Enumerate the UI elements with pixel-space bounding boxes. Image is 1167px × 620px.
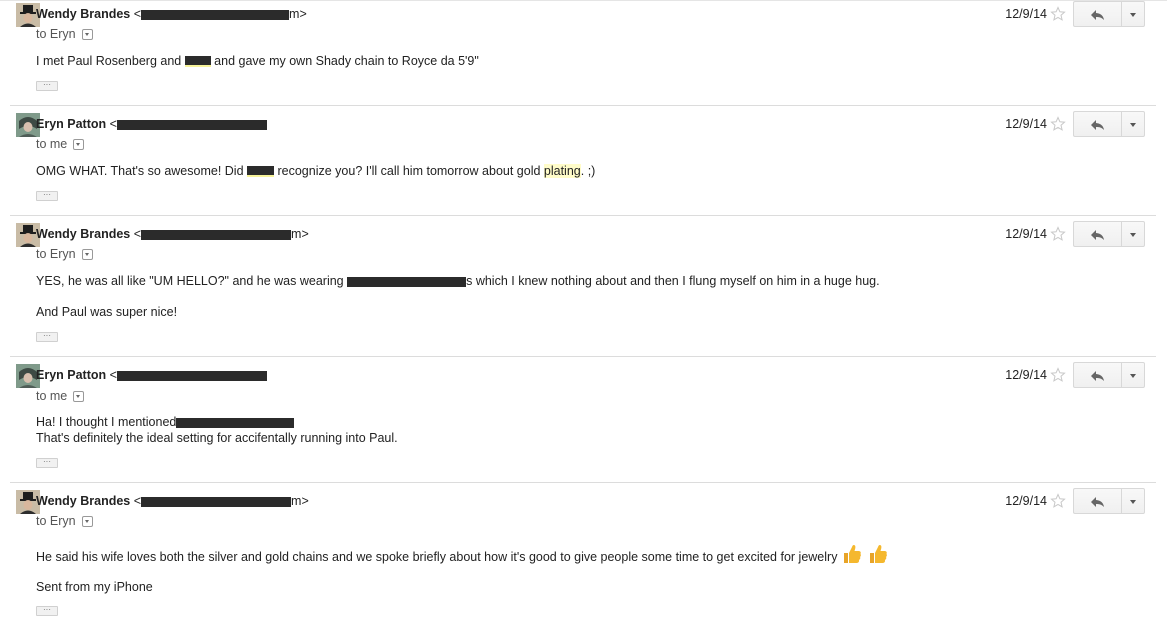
sender-email: < [110, 368, 267, 382]
body-line-1: He said his wife loves both the silver a… [36, 543, 889, 564]
reply-arrow-icon [1091, 371, 1104, 381]
recipient-details-icon[interactable] [81, 516, 93, 528]
show-trimmed-content-button[interactable]: ··· [36, 81, 58, 91]
email-prefix: < [133, 494, 142, 508]
body-line-2: Sent from my iPhone [36, 580, 153, 594]
recipient-text: to Eryn [36, 27, 76, 41]
reply-button[interactable] [1073, 488, 1121, 514]
email-suffix: m> [291, 494, 309, 508]
more-options-button[interactable] [1121, 362, 1145, 388]
email-redaction [141, 496, 292, 507]
star-icon[interactable] [1050, 116, 1066, 132]
sender-name[interactable]: Eryn Patton [36, 117, 106, 131]
message-date: 12/9/14 [1005, 227, 1047, 241]
recipient-text: to Eryn [36, 247, 76, 261]
reply-arrow-icon [1091, 497, 1104, 507]
sender-line: Wendy Brandes < m> [36, 6, 307, 22]
reply-arrow-icon [1091, 230, 1104, 240]
message-date: 12/9/14 [1005, 368, 1047, 382]
recipient-line: to Eryn [36, 26, 93, 42]
more-options-button[interactable] [1121, 1, 1145, 27]
reply-button-group [1073, 488, 1145, 515]
star-icon[interactable] [1050, 367, 1066, 383]
body-redaction [247, 166, 275, 178]
thumbs-up-emoji [870, 545, 888, 563]
message-date: 12/9/14 [1005, 494, 1047, 508]
sender-email: < m> [134, 494, 309, 508]
reply-button-group [1073, 221, 1145, 248]
email-redaction [141, 229, 292, 240]
email-prefix: < [109, 368, 117, 382]
email-redaction [141, 9, 290, 20]
highlighted-word: plating [543, 164, 581, 178]
body-line-1: Ha! I thought I mentioned [36, 414, 295, 430]
show-trimmed-content-button[interactable]: ··· [36, 606, 58, 616]
email-redaction [116, 370, 267, 381]
email-redaction [116, 119, 267, 130]
message-separator [10, 105, 1156, 106]
more-options-button[interactable] [1121, 488, 1145, 514]
star-icon[interactable] [1050, 493, 1066, 509]
top-rule [0, 0, 1167, 1]
message-separator [10, 482, 1156, 483]
body-line-1: OMG WHAT. That's so awesome! Did recogni… [36, 164, 596, 178]
sender-line: Eryn Patton < [36, 367, 267, 383]
more-options-button[interactable] [1121, 221, 1145, 247]
reply-arrow-icon [1091, 120, 1104, 130]
body-line-2: And Paul was super nice! [36, 305, 178, 319]
more-options-button[interactable] [1121, 111, 1145, 137]
recipient-text: to me [36, 137, 68, 151]
email-suffix: m> [289, 7, 307, 21]
sender-name[interactable]: Wendy Brandes [36, 494, 130, 508]
reply-button-group [1073, 1, 1145, 28]
reply-button-group [1073, 111, 1145, 138]
message-date: 12/9/14 [1005, 7, 1047, 21]
sender-line: Wendy Brandes < m> [36, 493, 309, 509]
email-suffix: m> [291, 227, 309, 241]
recipient-text: to Eryn [36, 514, 76, 528]
show-trimmed-content-button[interactable]: ··· [36, 332, 58, 342]
body-redaction [347, 276, 467, 287]
message-date: 12/9/14 [1005, 117, 1047, 131]
sender-email: < [110, 117, 267, 131]
show-trimmed-content-button[interactable]: ··· [36, 191, 58, 201]
body-redaction [176, 417, 295, 428]
body-line-1: YES, he was all like "UM HELLO?" and he … [36, 274, 880, 288]
recipient-details-icon[interactable] [81, 29, 93, 41]
recipient-line: to me [36, 136, 85, 152]
reply-button[interactable] [1073, 1, 1121, 27]
recipient-line: to Eryn [36, 246, 93, 262]
recipient-line: to Eryn [36, 513, 93, 529]
reply-button[interactable] [1073, 221, 1121, 247]
body-line-2: That's definitely the ideal setting for … [36, 431, 398, 445]
body-redaction [184, 56, 211, 68]
email-prefix: < [133, 227, 142, 241]
recipient-details-icon[interactable] [73, 139, 85, 151]
body-line-1: I met Paul Rosenberg and and gave my own… [36, 54, 479, 68]
message-separator [10, 215, 1156, 216]
sender-name[interactable]: Wendy Brandes [36, 7, 130, 21]
recipient-details-icon[interactable] [73, 391, 85, 403]
sender-line: Eryn Patton < [36, 116, 267, 132]
email-prefix: < [133, 7, 142, 21]
reply-arrow-icon [1091, 10, 1104, 20]
sender-email: < m> [134, 7, 307, 21]
reply-button[interactable] [1073, 362, 1121, 388]
recipient-text: to me [36, 389, 68, 403]
message-separator [10, 356, 1156, 357]
star-icon[interactable] [1050, 6, 1066, 22]
sender-line: Wendy Brandes < m> [36, 226, 309, 242]
reply-button-group [1073, 362, 1145, 389]
sender-name[interactable]: Eryn Patton [36, 368, 106, 382]
show-trimmed-content-button[interactable]: ··· [36, 458, 58, 468]
sender-name[interactable]: Wendy Brandes [36, 227, 130, 241]
reply-button[interactable] [1073, 111, 1121, 137]
sender-email: < m> [134, 227, 309, 241]
email-prefix: < [109, 117, 117, 131]
recipient-line: to me [36, 388, 85, 404]
star-icon[interactable] [1050, 226, 1066, 242]
thumbs-up-emoji [844, 545, 862, 563]
recipient-details-icon[interactable] [81, 249, 93, 261]
